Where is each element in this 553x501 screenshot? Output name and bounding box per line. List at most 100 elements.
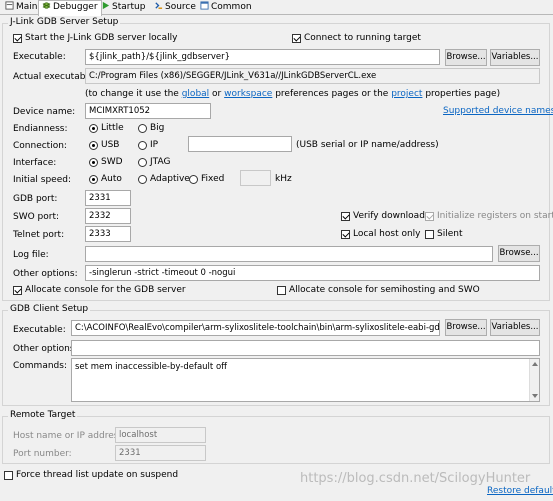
executable-browse-button[interactable]: Browse... [445, 49, 487, 66]
other-options-input[interactable]: -singlerun -strict -timeout 0 -nogui [85, 265, 540, 281]
executable-variables-button[interactable]: Variables... [490, 49, 540, 66]
gdb-other-options-input[interactable] [71, 340, 540, 356]
verify-downloads-checkbox[interactable] [341, 212, 350, 221]
restore-defaults-link[interactable]: Restore defaults [487, 486, 553, 496]
project-link[interactable]: project [391, 89, 422, 99]
start-locally-label: Start the J-Link GDB server locally [25, 33, 178, 43]
gdb-other-options-label: Other options: [13, 344, 78, 354]
local-host-only-checkbox[interactable] [341, 230, 350, 239]
hint-or: or [212, 89, 222, 99]
gdb-commands-label: Commands: [13, 361, 67, 371]
allocate-semihosting-label: Allocate console for semihosting and SWO [289, 285, 480, 295]
preferences-hint: (to change it use the global or workspac… [85, 89, 500, 99]
swo-port-input[interactable]: 2332 [85, 208, 131, 224]
tab-source-label: Source [165, 2, 196, 12]
jlink-group-title: J-Link GDB Server Setup [8, 17, 121, 27]
verify-downloads-label: Verify downloads [353, 211, 430, 221]
gdb-executable-browse-button[interactable]: Browse... [445, 319, 487, 336]
device-name-input[interactable]: MCIMXRT1052 [85, 103, 211, 119]
log-file-label: Log file: [13, 250, 49, 260]
connection-usb-radio[interactable] [89, 141, 98, 150]
gdb-port-input[interactable]: 2331 [85, 190, 131, 206]
speed-fixed-label: Fixed [201, 174, 225, 184]
tab-main-label: Main [16, 2, 38, 12]
speed-unit-label: kHz [275, 174, 292, 184]
tab-source[interactable]: Source [151, 1, 199, 15]
tab-bar: Main Debugger Startup Source Common [0, 0, 553, 16]
global-link[interactable]: global [182, 89, 209, 99]
connection-usb-label: USB [101, 140, 120, 150]
interface-swd-label: SWD [101, 157, 123, 167]
allocate-console-label: Allocate console for the GDB server [25, 285, 186, 295]
hint-prefix: (to change it use the [85, 89, 179, 99]
actual-executable-field: C:/Program Files (x86)/SEGGER/JLink_V631… [85, 68, 540, 84]
remote-target-group-title: Remote Target [8, 410, 78, 420]
hint-middle: preferences pages or the [275, 89, 389, 99]
connection-address-input[interactable] [188, 136, 292, 152]
tab-debugger[interactable]: Debugger [38, 0, 102, 16]
speed-fixed-input[interactable] [240, 170, 271, 186]
connect-running-checkbox[interactable] [292, 34, 301, 43]
commands-scrollbar[interactable] [529, 359, 539, 401]
port-number-input[interactable]: 2331 [115, 445, 206, 461]
source-tab-icon [155, 2, 163, 9]
init-registers-label: Initialize registers on start [437, 211, 553, 221]
log-file-browse-button[interactable]: Browse... [498, 245, 540, 262]
local-host-only-label: Local host only [353, 229, 421, 239]
host-input[interactable]: localhost [115, 427, 206, 443]
hint-suffix: properties page) [425, 89, 501, 99]
interface-jtag-label: JTAG [150, 157, 171, 167]
executable-input[interactable]: ${jlink_path}/${jlink_gdbserver} [85, 49, 440, 65]
endianness-little-radio[interactable] [89, 124, 98, 133]
init-registers-checkbox[interactable] [425, 212, 434, 221]
endianness-little-label: Little [101, 123, 124, 133]
connection-label: Connection: [13, 141, 67, 151]
gdb-executable-label: Executable: [13, 325, 66, 335]
workspace-link[interactable]: workspace [224, 89, 272, 99]
start-locally-checkbox[interactable] [13, 34, 22, 43]
swo-port-label: SWO port: [13, 212, 60, 222]
endianness-label: Endianness: [13, 124, 68, 134]
silent-checkbox[interactable] [425, 230, 434, 239]
tab-common[interactable]: Common [197, 1, 255, 15]
gdb-client-group-title: GDB Client Setup [8, 304, 91, 314]
speed-adaptive-radio[interactable] [138, 175, 147, 184]
gdb-executable-variables-button[interactable]: Variables... [490, 319, 540, 336]
allocate-semihosting-checkbox[interactable] [277, 286, 286, 295]
telnet-port-input[interactable]: 2333 [85, 226, 131, 242]
tab-startup[interactable]: Startup [98, 1, 148, 15]
speed-auto-radio[interactable] [89, 175, 98, 184]
tab-startup-label: Startup [112, 2, 146, 12]
actual-executable-label: Actual executable: [13, 72, 97, 82]
initial-speed-label: Initial speed: [13, 175, 71, 185]
gdb-port-label: GDB port: [13, 194, 58, 204]
interface-label: Interface: [13, 158, 57, 168]
scroll-arrows-icon [532, 362, 538, 398]
silent-label: Silent [437, 229, 463, 239]
interface-swd-radio[interactable] [89, 158, 98, 167]
force-thread-label: Force thread list update on suspend [16, 470, 179, 480]
other-options-label: Other options: [13, 269, 78, 279]
telnet-port-label: Telnet port: [13, 230, 65, 240]
force-thread-checkbox[interactable] [4, 471, 13, 480]
allocate-console-checkbox[interactable] [13, 286, 22, 295]
tab-main[interactable]: Main [2, 1, 41, 15]
tab-common-label: Common [211, 2, 252, 12]
tab-debugger-label: Debugger [53, 2, 98, 12]
port-number-label: Port number: [13, 449, 72, 459]
speed-fixed-radio[interactable] [189, 175, 198, 184]
startup-tab-icon [102, 1, 110, 10]
interface-jtag-radio[interactable] [138, 158, 147, 167]
device-name-label: Device name: [13, 107, 76, 117]
connection-hint: (USB serial or IP name/address) [296, 140, 439, 150]
connection-ip-radio[interactable] [138, 141, 147, 150]
connection-ip-label: IP [150, 140, 159, 150]
endianness-big-radio[interactable] [138, 124, 147, 133]
gdb-executable-input[interactable]: C:\ACOINFO\RealEvo\compiler\arm-sylixosl… [71, 320, 440, 336]
log-file-input[interactable] [85, 246, 493, 262]
connect-running-label: Connect to running target [304, 33, 421, 43]
host-label: Host name or IP address: [13, 431, 127, 441]
watermark: https://blog.csdn.net/ScilogyHunter [300, 471, 531, 486]
supported-devices-link[interactable]: Supported device names [443, 106, 553, 116]
gdb-commands-textarea[interactable]: set mem inaccessible-by-default off [71, 358, 540, 402]
